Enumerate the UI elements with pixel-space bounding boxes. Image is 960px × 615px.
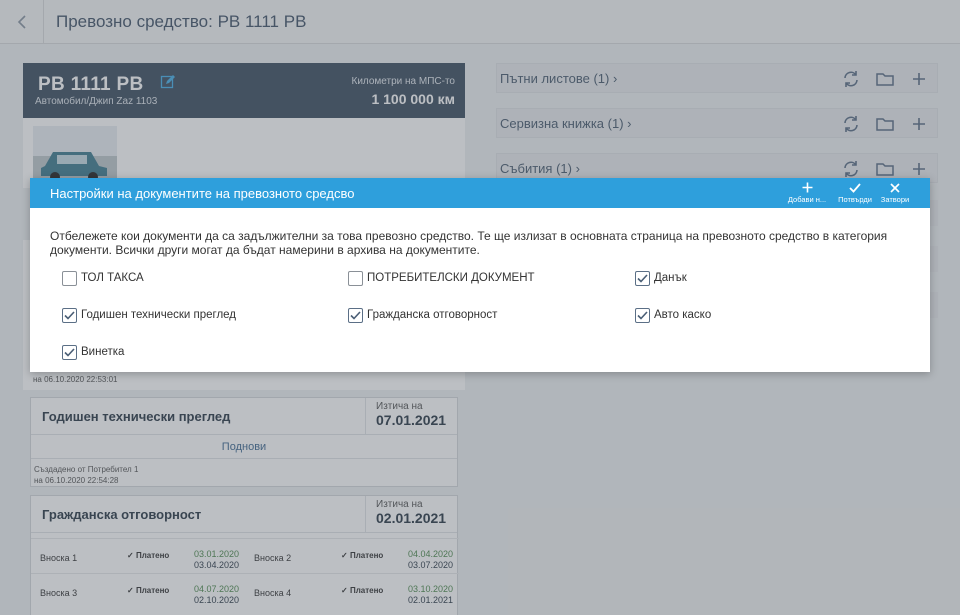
checkbox-checked[interactable]: [635, 307, 650, 323]
dialog-title: Настройки на документите на превозното с…: [50, 186, 355, 201]
close-button[interactable]: Затвори: [874, 180, 916, 204]
document-settings-dialog: Настройки на документите на превозното с…: [30, 178, 930, 372]
confirm-button[interactable]: Потвърди: [834, 180, 876, 204]
checkbox-checked[interactable]: [62, 344, 77, 360]
checkbox-empty[interactable]: [348, 270, 363, 286]
checkmark-icon: [350, 310, 361, 320]
option-label: ПОТРЕБИТЕЛСКИ ДОКУМЕНТ: [367, 272, 535, 284]
option-civil-liability[interactable]: Гражданска отговорност: [348, 306, 497, 324]
close-icon: [874, 180, 916, 195]
add-button[interactable]: Добави н...: [786, 180, 828, 204]
checkbox-checked[interactable]: [348, 307, 363, 323]
option-label: Винетка: [81, 346, 125, 358]
option-label: Гражданска отговорност: [367, 309, 498, 321]
option-vignette[interactable]: Винетка: [62, 343, 124, 361]
option-annual-inspection[interactable]: Годишен технически преглед: [62, 306, 236, 324]
option-user-document[interactable]: ПОТРЕБИТЕЛСКИ ДОКУМЕНТ: [348, 269, 535, 287]
dialog-header: Настройки на документите на превозното с…: [30, 178, 930, 208]
option-label: Данък: [654, 272, 687, 284]
confirm-button-label: Потвърди: [838, 195, 872, 204]
checkmark-icon: [637, 273, 648, 283]
dialog-description: Отбележете кои документи да са задължите…: [50, 229, 888, 257]
checkmark-icon: [64, 347, 75, 357]
option-auto-casco[interactable]: Авто каско: [635, 306, 711, 324]
plus-icon: [786, 180, 828, 195]
checkbox-empty[interactable]: [62, 270, 77, 286]
checkmark-icon: [64, 310, 75, 320]
add-button-label: Добави н...: [787, 195, 827, 204]
checkbox-checked[interactable]: [62, 307, 77, 323]
option-label: Годишен технически преглед: [81, 309, 237, 321]
option-label: Авто каско: [654, 309, 712, 321]
option-toll-tax[interactable]: ТОЛ ТАКСА: [62, 269, 144, 287]
option-tax[interactable]: Данък: [635, 269, 687, 287]
checkbox-checked[interactable]: [635, 270, 650, 286]
close-button-label: Затвори: [880, 195, 910, 204]
checkmark-icon: [637, 310, 648, 320]
option-label: ТОЛ ТАКСА: [81, 272, 144, 284]
check-icon: [834, 180, 876, 195]
